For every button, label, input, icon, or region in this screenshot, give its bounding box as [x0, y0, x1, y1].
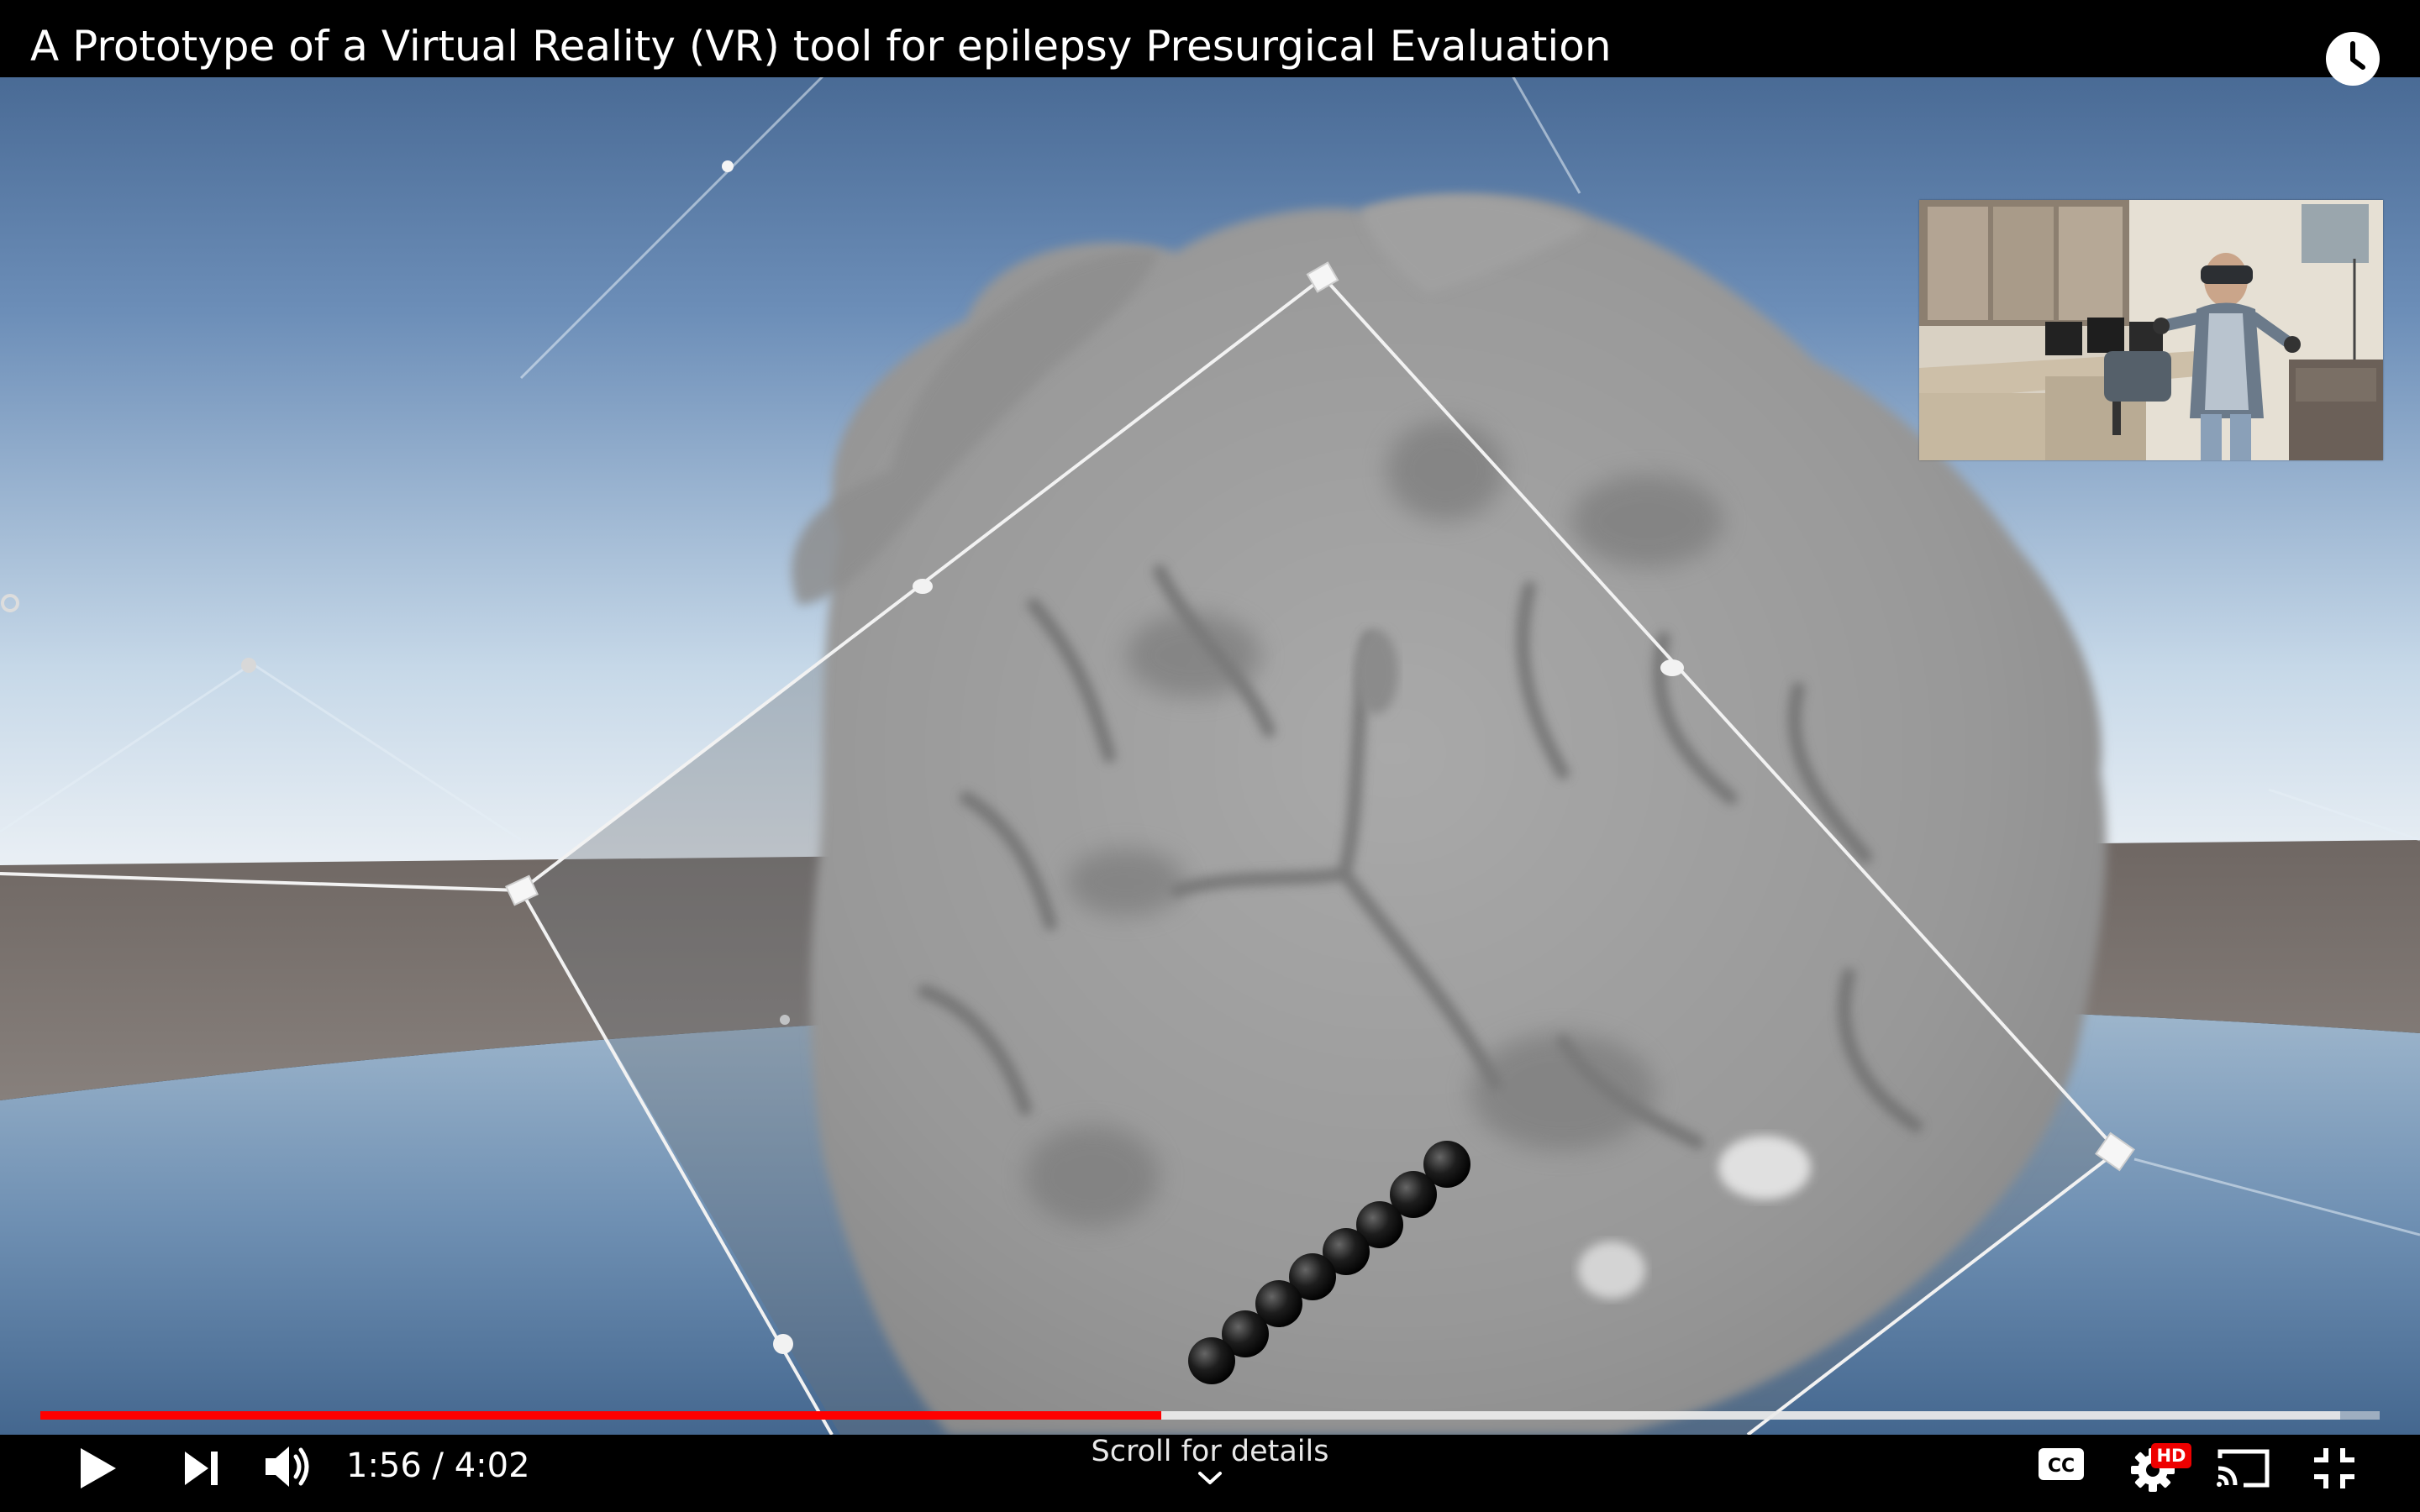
play-icon: [81, 1448, 116, 1488]
captions-button[interactable]: CC: [2037, 1446, 2086, 1482]
cast-button[interactable]: [2215, 1446, 2272, 1490]
volume-icon: [266, 1446, 309, 1487]
exit-fullscreen-icon: [2314, 1448, 2354, 1488]
watch-later-button[interactable]: [2326, 32, 2380, 86]
video-player[interactable]: A Prototype of a Virtual Reality (VR) to…: [0, 0, 2420, 1512]
volume-button[interactable]: [264, 1443, 318, 1490]
progress-bar[interactable]: [40, 1411, 2380, 1420]
exit-fullscreen-button[interactable]: [2311, 1445, 2358, 1492]
cast-icon: [2216, 1449, 2270, 1488]
scroll-for-details[interactable]: Scroll for details: [1042, 1435, 1378, 1487]
time-display: 1:56 / 4:02: [346, 1446, 530, 1485]
scroll-hint-label: Scroll for details: [1091, 1435, 1329, 1468]
next-icon: [185, 1452, 218, 1485]
play-button[interactable]: [77, 1446, 118, 1490]
cc-label: CC: [2048, 1456, 2075, 1477]
chevron-down-icon: [1198, 1472, 1222, 1484]
camera-inset-video: [1919, 200, 2383, 460]
progress-played: [40, 1411, 1161, 1420]
clock-icon: [2350, 41, 2365, 70]
title-bar: A Prototype of a Virtual Reality (VR) to…: [0, 0, 2420, 86]
hd-badge: HD: [2151, 1443, 2191, 1468]
cc-icon: CC: [2039, 1448, 2084, 1480]
video-title[interactable]: A Prototype of a Virtual Reality (VR) to…: [30, 22, 1612, 71]
next-button[interactable]: [183, 1450, 220, 1487]
